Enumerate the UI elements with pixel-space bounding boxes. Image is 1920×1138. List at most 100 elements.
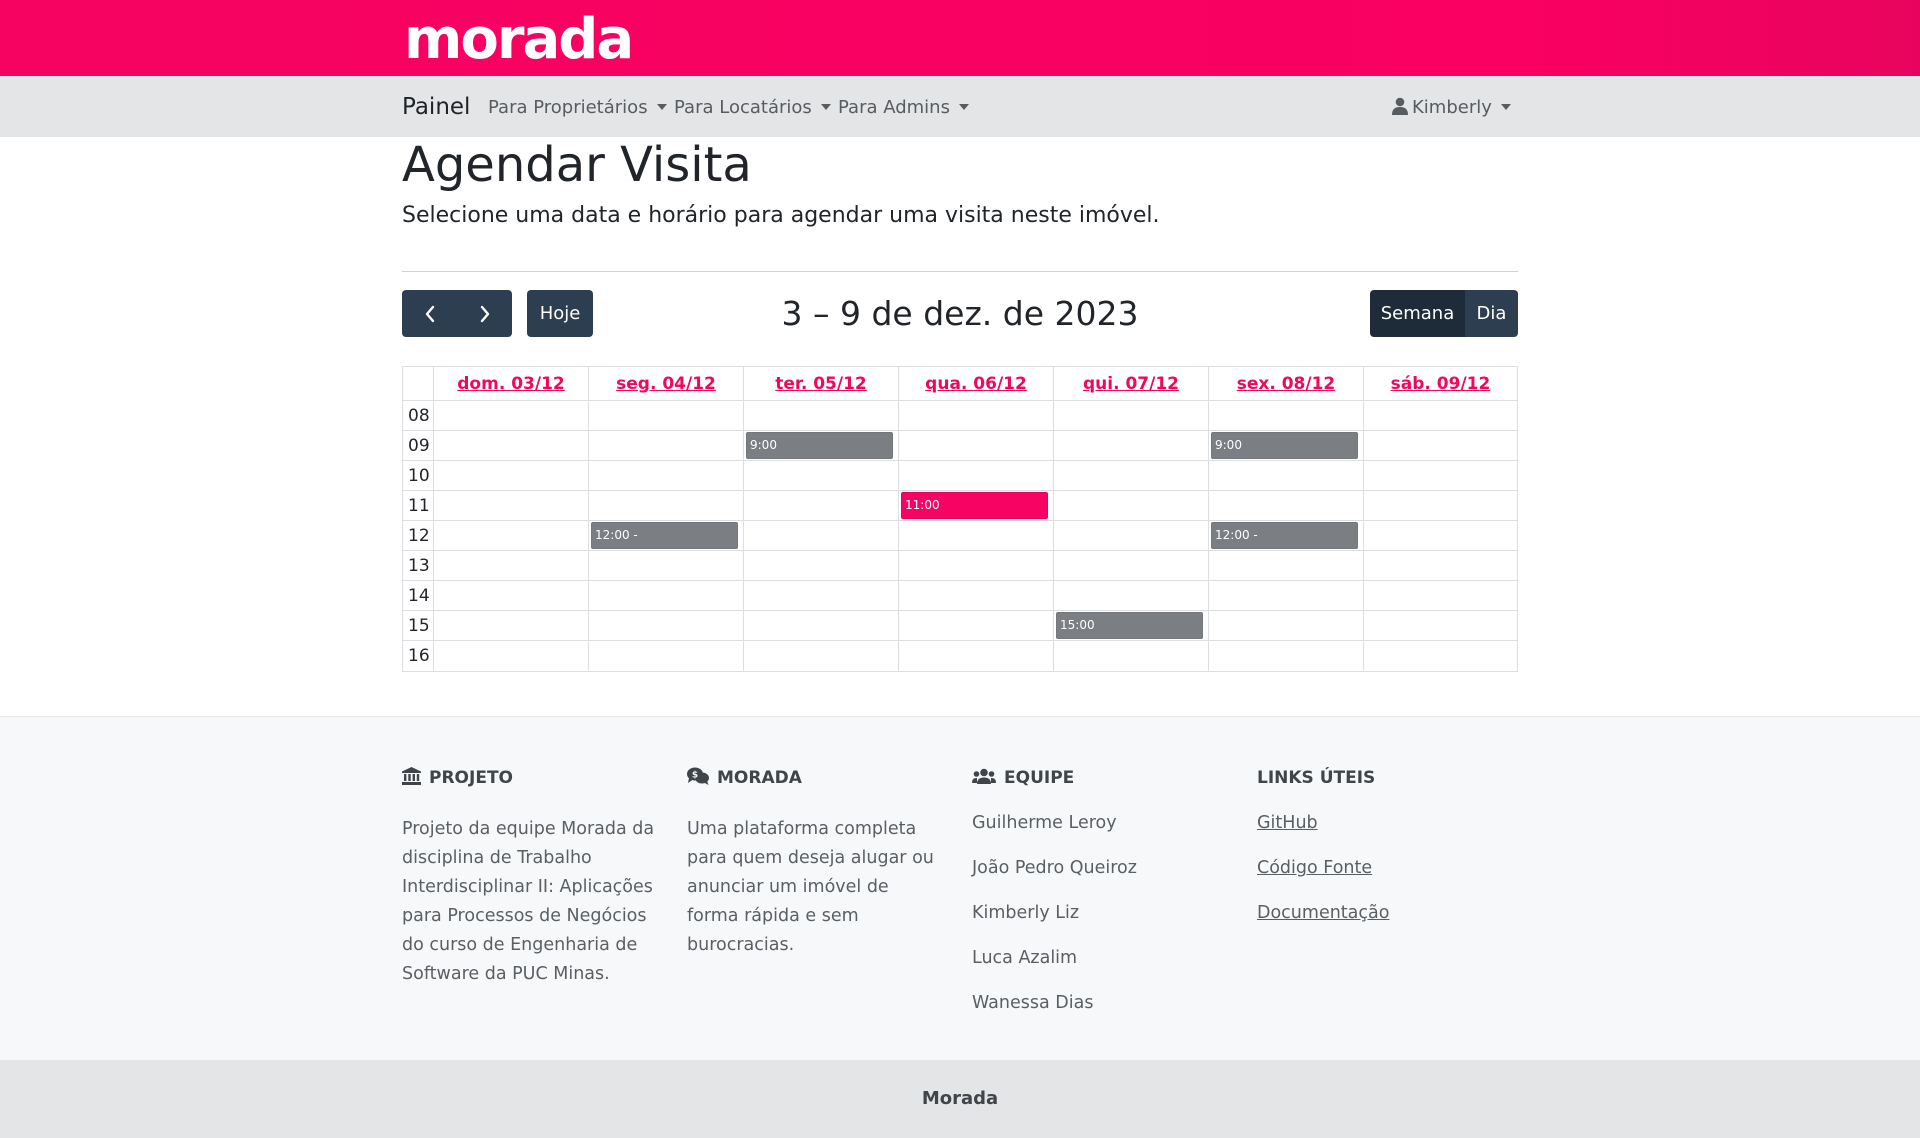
time-slot[interactable]: 12:00 -: [1209, 521, 1364, 550]
time-slot[interactable]: [589, 641, 744, 671]
brand-logo[interactable]: morada: [404, 8, 634, 72]
time-slot[interactable]: [1364, 431, 1517, 460]
time-slot[interactable]: [1364, 581, 1517, 610]
main-content: Agendar Visita Selecione uma data e horá…: [402, 137, 1518, 672]
day-header[interactable]: sex. 08/12: [1209, 367, 1364, 400]
time-slot[interactable]: [589, 431, 744, 460]
selected-event[interactable]: 11:00: [901, 492, 1048, 519]
day-header[interactable]: qui. 07/12: [1054, 367, 1209, 400]
time-slot[interactable]: [1054, 431, 1209, 460]
time-slot[interactable]: [744, 521, 899, 550]
time-slot[interactable]: [899, 611, 1054, 640]
time-slot[interactable]: [899, 431, 1054, 460]
time-slot[interactable]: [434, 611, 589, 640]
day-header[interactable]: dom. 03/12: [434, 367, 589, 400]
time-slot[interactable]: [1209, 491, 1364, 520]
time-slot[interactable]: [899, 641, 1054, 671]
navbar: Painel Para Proprietários Para Locatário…: [0, 76, 1920, 137]
time-slot[interactable]: [744, 491, 899, 520]
time-slot[interactable]: [1054, 491, 1209, 520]
time-slot[interactable]: [1209, 581, 1364, 610]
time-slot[interactable]: [434, 581, 589, 610]
time-slot[interactable]: [1364, 641, 1517, 671]
time-slot[interactable]: 9:00: [1209, 431, 1364, 460]
time-slot[interactable]: [589, 401, 744, 430]
page-title: Agendar Visita: [402, 137, 752, 193]
nav-dropdown-locatarios[interactable]: Para Locatários: [674, 97, 831, 118]
time-slot[interactable]: [744, 641, 899, 671]
time-slot[interactable]: [1209, 401, 1364, 430]
booked-event[interactable]: 9:00: [746, 432, 893, 459]
time-slot[interactable]: [899, 521, 1054, 550]
time-slot[interactable]: [899, 461, 1054, 490]
nav-dropdown-proprietarios[interactable]: Para Proprietários: [488, 97, 667, 118]
time-slot[interactable]: [1054, 581, 1209, 610]
time-slot[interactable]: [1364, 461, 1517, 490]
time-slot[interactable]: [744, 401, 899, 430]
nav-dropdown-admins[interactable]: Para Admins: [838, 97, 969, 118]
time-slot[interactable]: [1209, 641, 1364, 671]
time-slot[interactable]: [434, 431, 589, 460]
booked-event[interactable]: 9:00: [1211, 432, 1358, 459]
time-slot[interactable]: [434, 401, 589, 430]
time-slot[interactable]: [434, 461, 589, 490]
day-header[interactable]: ter. 05/12: [744, 367, 899, 400]
time-slot[interactable]: [589, 581, 744, 610]
team-member: João Pedro Queiroz: [972, 858, 1137, 878]
today-button[interactable]: Hoje: [527, 290, 593, 337]
time-slot[interactable]: [1054, 551, 1209, 580]
booked-event[interactable]: 12:00 -: [591, 522, 738, 549]
time-slot[interactable]: [1209, 461, 1364, 490]
time-slot[interactable]: [1364, 401, 1517, 430]
time-slot[interactable]: [899, 581, 1054, 610]
time-slot[interactable]: [434, 521, 589, 550]
time-slot[interactable]: 12:00 -: [589, 521, 744, 550]
time-slot[interactable]: [589, 491, 744, 520]
time-slot[interactable]: [744, 551, 899, 580]
hour-label: 16: [403, 641, 434, 671]
time-slot[interactable]: 11:00: [899, 491, 1054, 520]
day-header[interactable]: sáb. 09/12: [1364, 367, 1517, 400]
time-slot[interactable]: [899, 401, 1054, 430]
time-slot[interactable]: [589, 551, 744, 580]
link-source-code[interactable]: Código Fonte: [1257, 858, 1372, 878]
link-github[interactable]: GitHub: [1257, 813, 1318, 833]
time-slot[interactable]: [434, 491, 589, 520]
view-day-button[interactable]: Dia: [1465, 290, 1518, 337]
nav-dropdown-label: Para Admins: [838, 97, 950, 118]
time-slot[interactable]: [589, 611, 744, 640]
time-slot[interactable]: [1054, 461, 1209, 490]
time-slot[interactable]: [1054, 521, 1209, 550]
time-slot[interactable]: [1364, 491, 1517, 520]
view-week-button[interactable]: Semana: [1370, 290, 1465, 337]
time-slot[interactable]: [589, 461, 744, 490]
time-slot[interactable]: [1209, 551, 1364, 580]
time-slot[interactable]: 9:00: [744, 431, 899, 460]
time-slot[interactable]: [1209, 611, 1364, 640]
day-header[interactable]: seg. 04/12: [589, 367, 744, 400]
nav-home-link[interactable]: Painel: [402, 94, 470, 120]
booked-event[interactable]: 15:00: [1056, 612, 1203, 639]
booked-event[interactable]: 12:00 -: [1211, 522, 1358, 549]
time-slot[interactable]: [434, 641, 589, 671]
time-slot[interactable]: [434, 551, 589, 580]
time-slot[interactable]: [1364, 521, 1517, 550]
day-header[interactable]: qua. 06/12: [899, 367, 1054, 400]
time-slot[interactable]: [1054, 641, 1209, 671]
link-documentation[interactable]: Documentação: [1257, 903, 1389, 923]
time-slot[interactable]: [1364, 551, 1517, 580]
prev-week-button[interactable]: [402, 290, 457, 337]
time-slot[interactable]: [744, 581, 899, 610]
time-slot[interactable]: [1054, 401, 1209, 430]
time-slot[interactable]: 15:00: [1054, 611, 1209, 640]
team-member: Guilherme Leroy: [972, 813, 1117, 833]
time-slot[interactable]: [899, 551, 1054, 580]
hour-row: 15 15:00: [403, 611, 1517, 641]
time-slot[interactable]: [744, 461, 899, 490]
time-slot[interactable]: [744, 611, 899, 640]
hour-label: 09: [403, 431, 434, 460]
hour-label: 15: [403, 611, 434, 640]
next-week-button[interactable]: [457, 290, 512, 337]
time-slot[interactable]: [1364, 611, 1517, 640]
user-menu[interactable]: Kimberly: [1392, 97, 1511, 118]
